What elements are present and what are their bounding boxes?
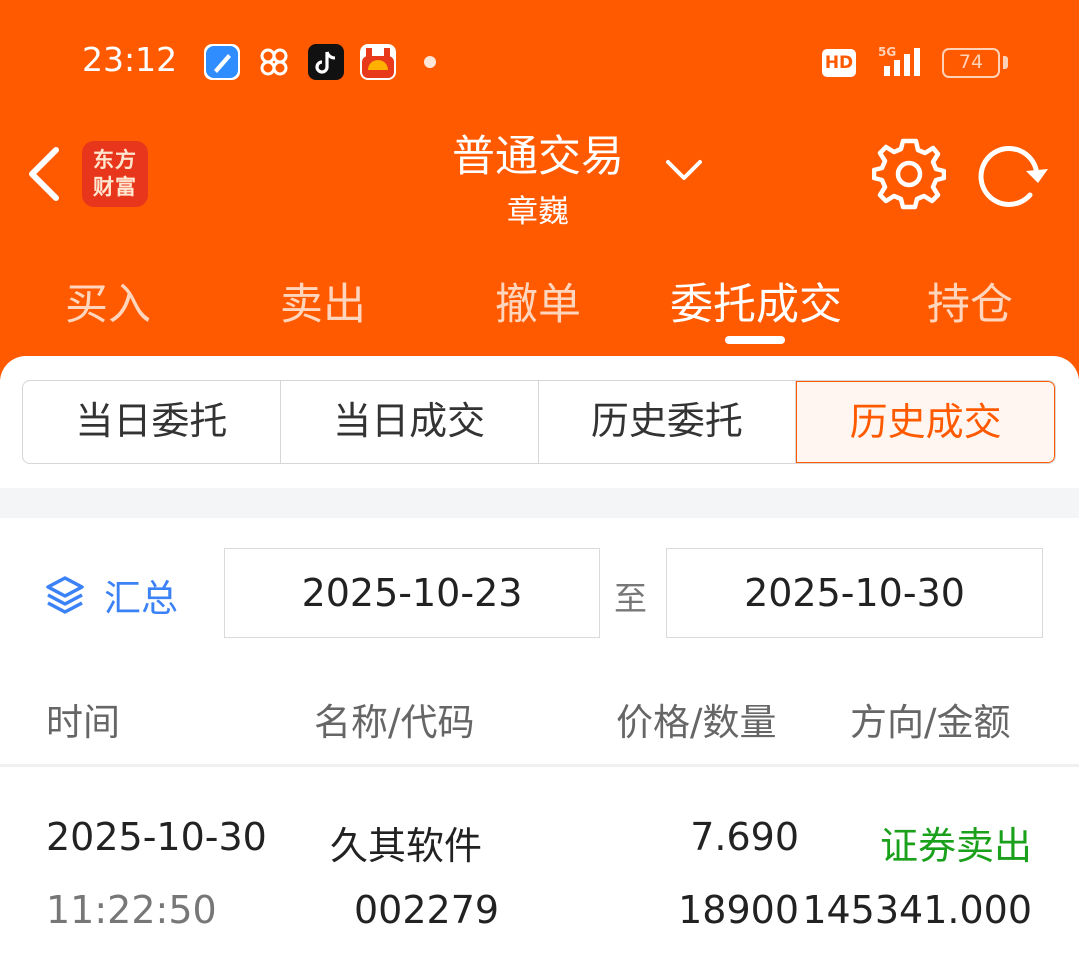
logo-line-1: 东方 bbox=[93, 148, 137, 172]
notification-dot bbox=[424, 56, 436, 68]
grid-app-icon bbox=[256, 44, 292, 80]
status-time: 23:12 bbox=[82, 40, 178, 79]
subtab-today-orders[interactable]: 当日委托 bbox=[23, 381, 281, 463]
network-type-label: 5G bbox=[878, 45, 896, 59]
battery-indicator: 74 bbox=[942, 48, 1000, 78]
browser-app-icon bbox=[204, 44, 240, 80]
stock-code: 002279 bbox=[354, 888, 500, 932]
summary-label: 汇总 bbox=[104, 577, 178, 620]
section-divider bbox=[0, 488, 1079, 518]
start-date-field[interactable]: 2025-10-23 bbox=[224, 548, 600, 638]
tiktok-app-icon bbox=[308, 44, 344, 80]
end-date-field[interactable]: 2025-10-30 bbox=[666, 548, 1043, 638]
stock-name: 久其软件 bbox=[330, 824, 483, 868]
account-name: 章巍 bbox=[507, 194, 569, 230]
page-title[interactable]: 普通交易 bbox=[438, 122, 638, 184]
tab-buy[interactable]: 买入 bbox=[60, 270, 156, 332]
column-header-price-qty: 价格/数量 bbox=[616, 701, 777, 744]
battery-tip bbox=[1003, 56, 1008, 69]
chevron-down-icon bbox=[666, 160, 702, 180]
date-range-separator: 至 bbox=[614, 579, 647, 618]
trade-direction: 证券卖出 bbox=[879, 824, 1032, 868]
eastmoney-logo: 东方 财富 bbox=[82, 141, 148, 207]
chevron-left-icon bbox=[29, 147, 59, 201]
refresh-icon bbox=[978, 146, 1048, 207]
subtab-history-trades[interactable]: 历史成交 bbox=[796, 381, 1055, 463]
column-header-time: 时间 bbox=[46, 701, 120, 744]
table-header-divider bbox=[0, 764, 1079, 767]
news-app-icon bbox=[360, 44, 396, 80]
trade-price: 7.690 bbox=[690, 815, 799, 859]
column-header-direction-amount: 方向/金额 bbox=[850, 701, 1011, 744]
logo-line-2: 财富 bbox=[93, 175, 137, 199]
trade-date: 2025-10-30 bbox=[46, 815, 267, 859]
signal-icon: 5G bbox=[868, 44, 928, 78]
tab-sell[interactable]: 卖出 bbox=[275, 270, 371, 332]
subtab-history-orders[interactable]: 历史委托 bbox=[539, 381, 797, 463]
hd-badge: HD bbox=[822, 49, 856, 77]
trade-amount: 145341.000 bbox=[802, 888, 1032, 932]
layers-icon bbox=[46, 576, 84, 614]
column-header-name-code: 名称/代码 bbox=[314, 701, 475, 744]
tab-orders-trades[interactable]: 委托成交 bbox=[660, 270, 852, 332]
refresh-button[interactable] bbox=[974, 139, 1050, 211]
trade-quantity: 18900 bbox=[678, 888, 799, 932]
subtab-today-trades[interactable]: 当日成交 bbox=[281, 381, 539, 463]
trade-time: 11:22:50 bbox=[46, 888, 217, 932]
back-button[interactable] bbox=[20, 142, 68, 206]
account-switch-button[interactable] bbox=[664, 154, 704, 186]
subtab-segmented-control: 当日委托 当日成交 历史委托 历史成交 bbox=[22, 380, 1056, 464]
gear-icon bbox=[871, 138, 947, 210]
active-tab-indicator bbox=[725, 336, 785, 344]
tab-positions[interactable]: 持仓 bbox=[922, 270, 1018, 332]
settings-button[interactable] bbox=[871, 137, 947, 211]
summary-button[interactable]: 汇总 bbox=[44, 570, 178, 620]
tab-cancel-order[interactable]: 撤单 bbox=[490, 270, 586, 332]
